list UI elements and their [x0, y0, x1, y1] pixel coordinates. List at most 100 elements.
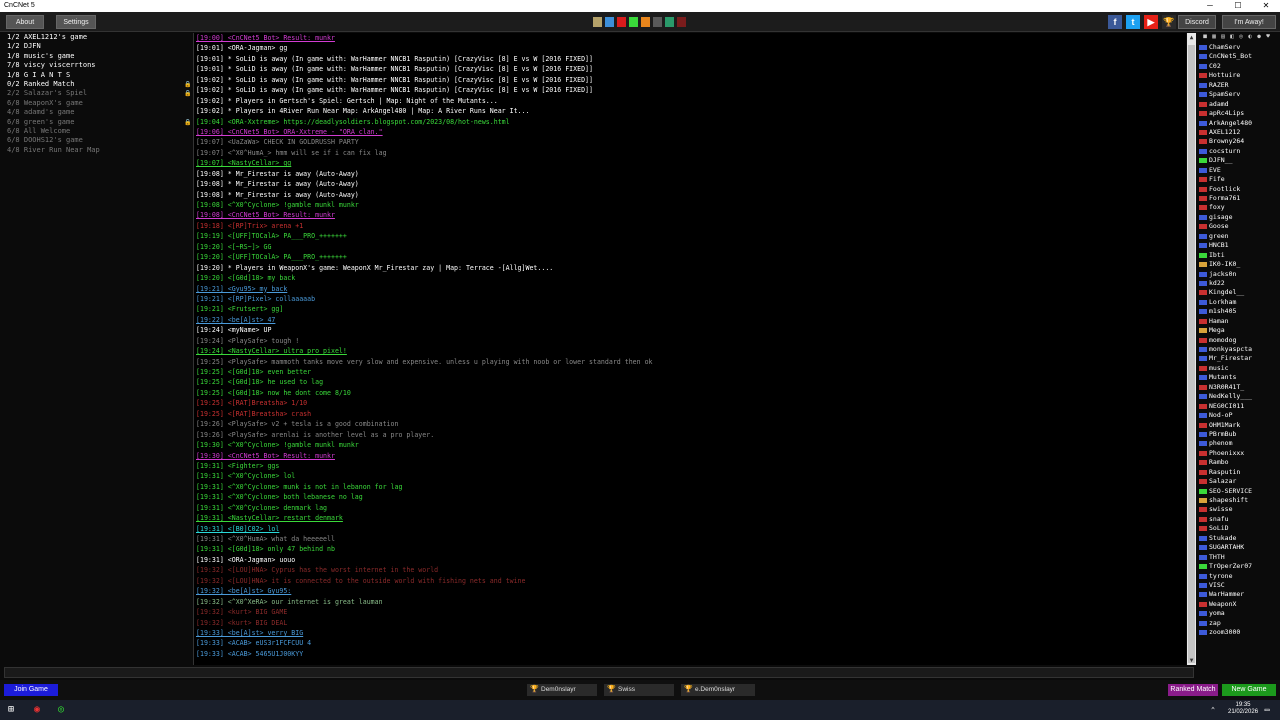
notification-icon[interactable]: ▭ [1260, 703, 1274, 717]
user-list-item[interactable]: C02 [1197, 62, 1280, 71]
user-list-item[interactable]: SpamServ [1197, 90, 1280, 99]
user-list-item[interactable]: Kingdel__ [1197, 288, 1280, 297]
facebook-icon[interactable]: f [1108, 15, 1122, 29]
user-list-item[interactable]: SEO-SERVICE [1197, 487, 1280, 496]
user-list-item[interactable]: Rambo [1197, 458, 1280, 467]
user-list-item[interactable]: PBrmBub [1197, 430, 1280, 439]
clock[interactable]: 19:35 21/02/2026 [1228, 702, 1258, 716]
user-list-item[interactable]: Mr_Firestar [1197, 354, 1280, 363]
settings-button[interactable]: Settings [56, 15, 96, 29]
game-room-item[interactable]: 4/8 River Run Near Map [4, 146, 191, 155]
game-room-item[interactable]: 6/8 WeaponX's game [4, 99, 191, 108]
color-swatch[interactable] [665, 17, 674, 27]
user-list-item[interactable]: N3R0R41T_ [1197, 383, 1280, 392]
user-list-item[interactable]: Mega [1197, 326, 1280, 335]
game-room-item[interactable]: 1/2 AXEL1212's game [4, 33, 191, 42]
user-list-item[interactable]: phenom [1197, 439, 1280, 448]
user-list-item[interactable]: Nod-oP [1197, 411, 1280, 420]
user-list-item[interactable]: NedKelly___ [1197, 392, 1280, 401]
user-list-item[interactable]: gisage [1197, 213, 1280, 222]
red-app-icon[interactable]: ◉ [30, 703, 44, 717]
user-list-item[interactable]: IK0-IK0_ [1197, 260, 1280, 269]
lobby-tab[interactable]: 🏆 Swiss [604, 684, 674, 696]
user-filter-icon[interactable]: ◐ [1246, 33, 1254, 41]
close-button[interactable]: ✕ [1252, 0, 1280, 12]
lobby-tab[interactable]: 🏆 Dem0nslayr [527, 684, 597, 696]
game-room-item[interactable]: 0/2 Ranked Match 🔒 [4, 80, 191, 89]
discord-button[interactable]: Discord [1178, 15, 1216, 29]
user-list-item[interactable]: zap [1197, 619, 1280, 628]
windows-start-icon[interactable]: ⊞ [4, 703, 18, 717]
user-list-item[interactable]: Phoenixxx [1197, 449, 1280, 458]
user-list-item[interactable]: Lorkham [1197, 298, 1280, 307]
user-list-item[interactable]: kd22 [1197, 279, 1280, 288]
youtube-icon[interactable]: ▶ [1144, 15, 1158, 29]
user-list-item[interactable]: WarHammer [1197, 590, 1280, 599]
chat-input[interactable] [4, 667, 1194, 678]
user-list-item[interactable]: shapeshift [1197, 496, 1280, 505]
color-swatch[interactable] [629, 17, 638, 27]
user-filter-icon[interactable]: ■ [1201, 33, 1209, 41]
tray-chevron-icon[interactable]: ⌃ [1206, 703, 1220, 717]
user-list-item[interactable]: DJFN__ [1197, 156, 1280, 165]
chat-scrollbar[interactable]: ▲ ▼ [1187, 33, 1196, 665]
user-list-item[interactable]: SoLiD [1197, 524, 1280, 533]
user-filter-icon[interactable]: ♥ [1264, 33, 1272, 41]
game-room-item[interactable]: 7/8 viscy viscerrtons [4, 61, 191, 70]
user-list-item[interactable]: cocsturn [1197, 147, 1280, 156]
user-list-item[interactable]: Salazar [1197, 477, 1280, 486]
user-list-item[interactable]: yoma [1197, 609, 1280, 618]
user-list-item[interactable]: monkyaspcta [1197, 345, 1280, 354]
color-swatch[interactable] [605, 17, 614, 27]
user-list-item[interactable]: green [1197, 232, 1280, 241]
user-list-item[interactable]: jacks0n [1197, 270, 1280, 279]
user-list-item[interactable]: tyrone [1197, 572, 1280, 581]
scroll-up-icon[interactable]: ▲ [1187, 33, 1196, 42]
game-room-item[interactable]: 6/8 All Welcome [4, 127, 191, 136]
user-list-item[interactable]: apRc4Lips [1197, 109, 1280, 118]
user-list-item[interactable]: Footlick [1197, 185, 1280, 194]
game-room-item[interactable]: 1/8 music's game [4, 52, 191, 61]
user-list-item[interactable]: Ibti [1197, 251, 1280, 260]
color-swatch[interactable] [617, 17, 626, 27]
join-game-button[interactable]: Join Game [4, 684, 58, 696]
twitter-icon[interactable]: t [1126, 15, 1140, 29]
ranked-match-button[interactable]: Ranked Match [1168, 684, 1218, 696]
user-list-item[interactable]: NEG0CI011 [1197, 402, 1280, 411]
user-list-item[interactable]: AXEL1212 [1197, 128, 1280, 137]
user-list-item[interactable]: Mutants [1197, 373, 1280, 382]
user-list-item[interactable]: Goose [1197, 222, 1280, 231]
scroll-down-icon[interactable]: ▼ [1187, 656, 1196, 665]
cncnet-app-icon[interactable]: ◎ [54, 703, 68, 717]
user-filter-icon[interactable]: ◎ [1237, 33, 1245, 41]
user-list-item[interactable]: momodog [1197, 336, 1280, 345]
minimize-button[interactable]: ─ [1196, 0, 1224, 12]
user-list-item[interactable]: music [1197, 364, 1280, 373]
user-list-item[interactable]: foxy [1197, 203, 1280, 212]
user-filter-icon[interactable]: ▤ [1219, 33, 1227, 41]
user-list-item[interactable]: TrOperZer07 [1197, 562, 1280, 571]
user-list-item[interactable]: ChamServ [1197, 43, 1280, 52]
away-button[interactable]: I'm Away! [1222, 15, 1276, 29]
user-list-item[interactable]: Hottuire [1197, 71, 1280, 80]
user-list-item[interactable]: Fife [1197, 175, 1280, 184]
user-list-item[interactable]: Browny264 [1197, 137, 1280, 146]
user-list-item[interactable]: Stukade [1197, 534, 1280, 543]
user-filter-icon[interactable]: ● [1255, 33, 1263, 41]
user-list-item[interactable]: CnCNet5_Bot [1197, 52, 1280, 61]
maximize-button[interactable]: ☐ [1224, 0, 1252, 12]
new-game-button[interactable]: New Game [1222, 684, 1276, 696]
user-list-item[interactable]: snafu [1197, 515, 1280, 524]
user-list-item[interactable]: EVE [1197, 166, 1280, 175]
user-list[interactable]: ■ ▦ ▤ ◧ ◎ ◐ ● ♥ ChamServ CnCNet5_Bot C02 Hottuire R… [1197, 33, 1280, 665]
user-list-item[interactable]: THTH [1197, 553, 1280, 562]
color-swatch[interactable] [653, 17, 662, 27]
user-list-item[interactable]: Forma761 [1197, 194, 1280, 203]
game-room-item[interactable]: 1/8 G I A N T S [4, 71, 191, 80]
user-list-item[interactable]: SUGARTAHK [1197, 543, 1280, 552]
user-filter-icon[interactable]: ◧ [1228, 33, 1236, 41]
game-room-item[interactable]: 6/8 DOOHS12's game [4, 136, 191, 145]
game-room-list[interactable]: 1/2 AXEL1212's game 1/2 DJFN 1/8 music's g… [4, 33, 191, 665]
color-swatch[interactable] [677, 17, 686, 27]
user-list-item[interactable]: ArkAngel480 [1197, 119, 1280, 128]
